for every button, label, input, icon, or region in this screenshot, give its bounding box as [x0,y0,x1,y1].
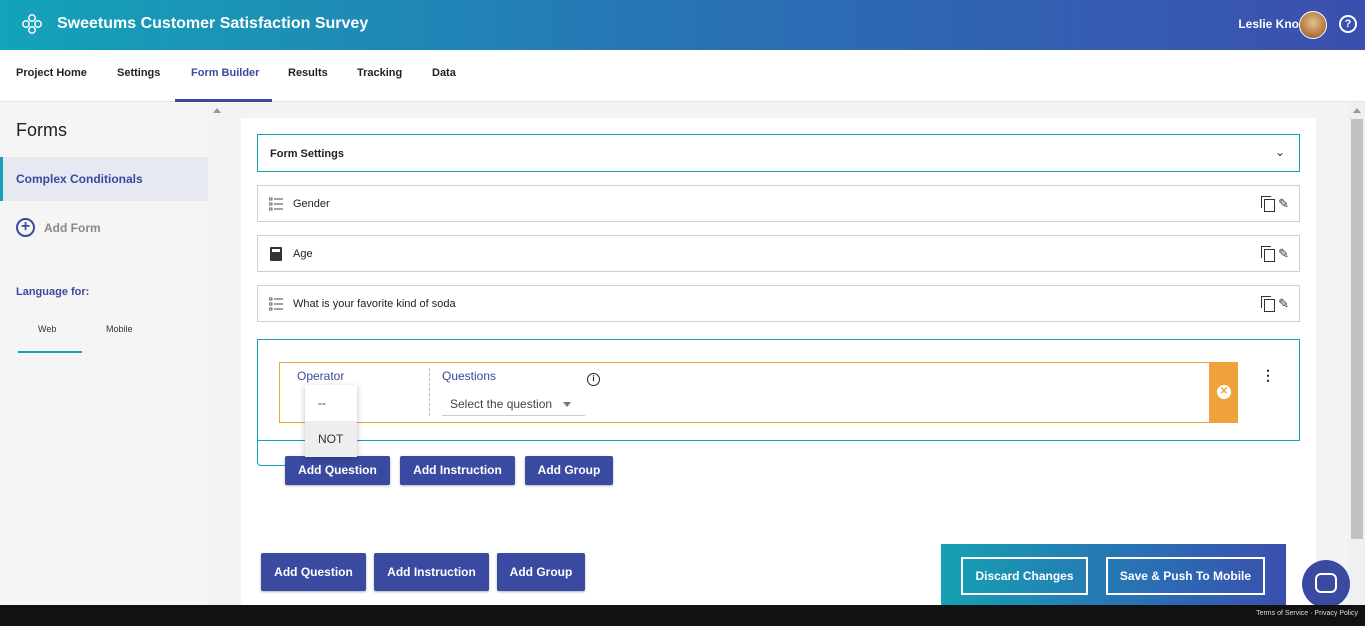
edit-icon[interactable]: ✎ [1278,296,1289,311]
add-form-button[interactable]: + Add Form [16,218,101,237]
form-settings-panel[interactable]: Form Settings ⌄ [257,134,1300,172]
list-icon [269,297,283,311]
close-icon: ✕ [1217,385,1231,399]
tab-project-home[interactable]: Project Home [16,50,87,102]
avatar[interactable] [1299,11,1327,39]
forms-sidebar: Forms Complex Conditionals + Add Form La… [0,102,208,605]
sidebar-item-label: Complex Conditionals [16,172,143,186]
language-tab-mobile[interactable]: Mobile [106,324,133,334]
add-form-label: Add Form [44,220,101,235]
operator-label: Operator [297,369,345,383]
list-icon [269,197,283,211]
add-group-button[interactable]: Add Group [497,553,585,591]
add-question-button[interactable]: Add Question [285,456,390,485]
sidebar-item-complex-conditionals[interactable]: Complex Conditionals [0,157,208,201]
app-logo-icon[interactable] [20,12,44,36]
calculator-icon [270,247,282,261]
info-icon[interactable]: i [587,373,600,386]
scroll-up-arrow-icon[interactable] [1353,108,1361,113]
remove-condition-button[interactable]: ✕ [1210,362,1238,423]
question-select-value: Select the question [450,397,553,411]
top-nav: Project Home Settings Form Builder Resul… [0,50,1365,102]
group-connector [257,441,285,466]
copy-icon[interactable] [1261,246,1276,262]
add-group-button[interactable]: Add Group [525,456,613,485]
scrollbar-thumb[interactable] [1351,119,1363,539]
add-question-button[interactable]: Add Question [261,553,366,591]
questions-label: Questions [442,369,497,383]
form-settings-label: Form Settings [270,148,344,160]
app-header: Sweetums Customer Satisfaction Survey Le… [0,0,1365,50]
tab-settings[interactable]: Settings [117,50,160,102]
footer: Terms of Service · Privacy Policy [0,605,1365,626]
plus-circle-icon: + [16,218,35,237]
save-bar: Discard Changes Save & Push To Mobile [941,544,1286,605]
chat-button[interactable] [1302,560,1350,608]
question-actions: ✎ [1261,196,1289,212]
copy-icon[interactable] [1261,296,1276,312]
question-row[interactable]: Gender ✎ [257,185,1300,222]
edit-icon[interactable]: ✎ [1278,246,1289,261]
question-actions: ✎ [1261,246,1289,262]
chevron-down-icon[interactable]: ⌄ [1275,145,1285,159]
scroll-up-arrow-icon[interactable] [213,108,221,113]
language-tab-indicator [18,351,82,353]
more-options-icon[interactable]: ⋮ [1261,367,1275,384]
operator-dropdown[interactable]: -- NOT [305,385,357,457]
chat-icon [1315,573,1337,593]
question-label: Age [293,248,313,260]
add-instruction-button[interactable]: Add Instruction [400,456,515,485]
tab-form-builder[interactable]: Form Builder [175,50,272,102]
app-title: Sweetums Customer Satisfaction Survey [57,15,369,32]
language-tab-web[interactable]: Web [38,324,56,334]
caret-down-icon [563,402,571,407]
sidebar-title: Forms [16,120,67,140]
question-label: Gender [293,198,330,210]
save-push-mobile-button[interactable]: Save & Push To Mobile [1106,557,1265,595]
help-icon[interactable]: ? [1339,15,1357,33]
condition-divider [429,368,430,416]
edit-icon[interactable]: ✎ [1278,196,1289,211]
question-label: What is your favorite kind of soda [293,298,456,310]
operator-option[interactable]: -- [305,385,357,421]
question-select[interactable]: Select the question [442,394,585,416]
question-row[interactable]: Age ✎ [257,235,1300,272]
tab-data[interactable]: Data [432,50,456,102]
footer-links[interactable]: Terms of Service · Privacy Policy [1256,610,1358,617]
condition-row [279,362,1210,423]
copy-icon[interactable] [1261,196,1276,212]
tab-results[interactable]: Results [288,50,328,102]
add-instruction-button[interactable]: Add Instruction [374,553,489,591]
language-label: Language for: [16,286,90,298]
operator-option[interactable]: NOT [305,421,357,457]
discard-changes-button[interactable]: Discard Changes [961,557,1088,595]
question-actions: ✎ [1261,296,1289,312]
tab-tracking[interactable]: Tracking [357,50,402,102]
question-row[interactable]: What is your favorite kind of soda ✎ [257,285,1300,322]
